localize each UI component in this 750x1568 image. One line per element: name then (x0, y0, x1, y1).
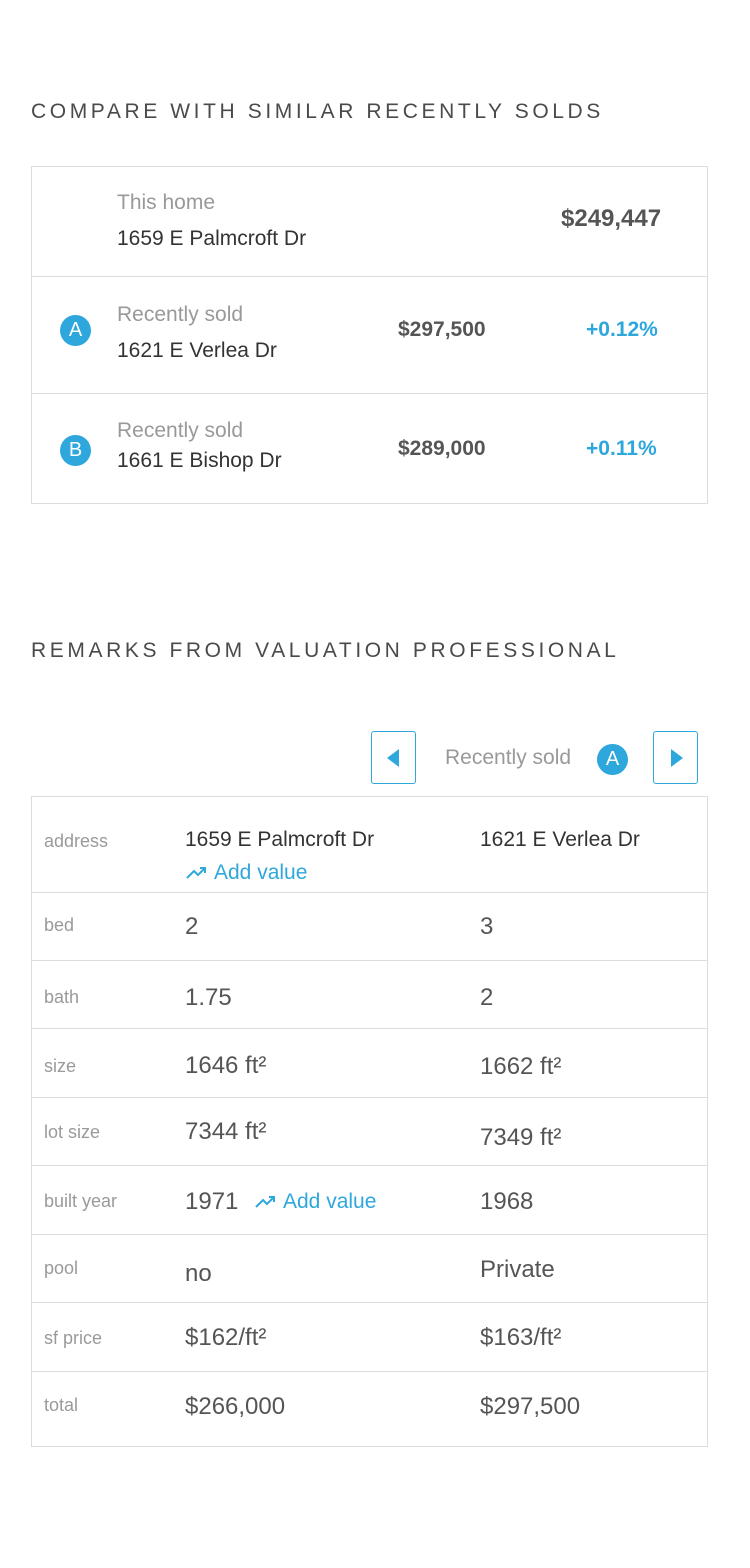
compare-section-title: COMPARE WITH SIMILAR RECENTLY SOLDS (31, 100, 604, 123)
navigator-marker: A (597, 744, 628, 775)
comp-b-address: 1661 E Bishop Dr (117, 449, 282, 472)
table-row: bath 1.75 2 (32, 961, 707, 1029)
home-value: no (185, 1260, 212, 1287)
compare-table: This home 1659 E Palmcroft Dr $249,447 A… (31, 166, 708, 504)
this-home-row: This home 1659 E Palmcroft Dr $249,447 (32, 167, 707, 276)
comp-a-change: +0.12% (586, 318, 658, 341)
comp-b-label: Recently sold (117, 419, 244, 442)
row-label: address (44, 831, 109, 851)
row-label: lot size (44, 1122, 101, 1142)
row-label: bath (44, 987, 80, 1007)
caret-left-icon (387, 749, 399, 767)
comp-marker-a: A (60, 315, 91, 346)
comp-value: 1621 E Verlea Dr (480, 828, 640, 851)
navigator-label: Recently sold (445, 746, 572, 769)
add-value-link[interactable]: Add value (255, 1190, 376, 1214)
comp-value: Private (480, 1256, 555, 1283)
this-home-address: 1659 E Palmcroft Dr (117, 227, 307, 250)
comp-value: 2 (480, 984, 494, 1011)
comp-marker-b: B (60, 435, 91, 466)
this-home-price: $249,447 (561, 205, 662, 232)
remarks-section-title: REMARKS FROM VALUATION PROFESSIONAL (31, 639, 620, 662)
trending-up-icon (255, 1196, 275, 1209)
comp-a-address: 1621 E Verlea Dr (117, 339, 277, 362)
next-comp-button[interactable] (653, 731, 698, 784)
details-table: address 1659 E Palmcroft Dr Add value 16… (31, 796, 708, 1447)
table-row: size 1646 ft² 1662 ft² (32, 1029, 707, 1098)
comp-value: 7349 ft² (480, 1124, 562, 1151)
comp-a-price: $297,500 (398, 318, 486, 341)
comp-value: 1662 ft² (480, 1053, 562, 1080)
row-label: bed (44, 915, 75, 935)
add-value-label: Add value (214, 861, 308, 884)
comp-b-change: +0.11% (586, 437, 657, 460)
this-home-label: This home (117, 191, 216, 214)
row-label: pool (44, 1258, 79, 1278)
comp-value: 1968 (480, 1188, 534, 1215)
home-value: 1646 ft² (185, 1052, 267, 1079)
trending-up-icon (186, 867, 206, 880)
table-row: address 1659 E Palmcroft Dr Add value 16… (32, 797, 707, 893)
comp-value: $297,500 (480, 1393, 581, 1420)
row-label: total (44, 1395, 79, 1415)
home-value: $162/ft² (185, 1324, 267, 1351)
table-row: built year 1971 Add value 1968 (32, 1166, 707, 1235)
row-label: built year (44, 1191, 118, 1211)
home-value: 1.75 (185, 984, 232, 1011)
row-label: size (44, 1056, 77, 1076)
home-value: $266,000 (185, 1393, 286, 1420)
table-row: lot size 7344 ft² 7349 ft² (32, 1098, 707, 1166)
table-row: bed 2 3 (32, 893, 707, 961)
comp-b-price: $289,000 (398, 437, 486, 460)
caret-right-icon (671, 749, 683, 767)
row-label: sf price (44, 1328, 103, 1348)
comp-row-b[interactable]: B Recently sold 1661 E Bishop Dr $289,00… (32, 393, 707, 504)
previous-comp-button[interactable] (371, 731, 416, 784)
home-value: 2 (185, 913, 199, 940)
comp-value: 3 (480, 913, 494, 940)
comp-value: $163/ft² (480, 1324, 562, 1351)
add-value-link[interactable]: Add value (186, 861, 307, 885)
home-value: 1971 (185, 1188, 239, 1215)
home-value: 1659 E Palmcroft Dr (185, 828, 375, 851)
home-value: 7344 ft² (185, 1118, 267, 1145)
comp-a-label: Recently sold (117, 303, 244, 326)
add-value-label: Add value (283, 1190, 377, 1213)
table-row: pool no Private (32, 1235, 707, 1303)
table-row: total $266,000 $297,500 (32, 1372, 707, 1446)
comp-row-a[interactable]: A Recently sold 1621 E Verlea Dr $297,50… (32, 276, 707, 393)
table-row: sf price $162/ft² $163/ft² (32, 1303, 707, 1372)
